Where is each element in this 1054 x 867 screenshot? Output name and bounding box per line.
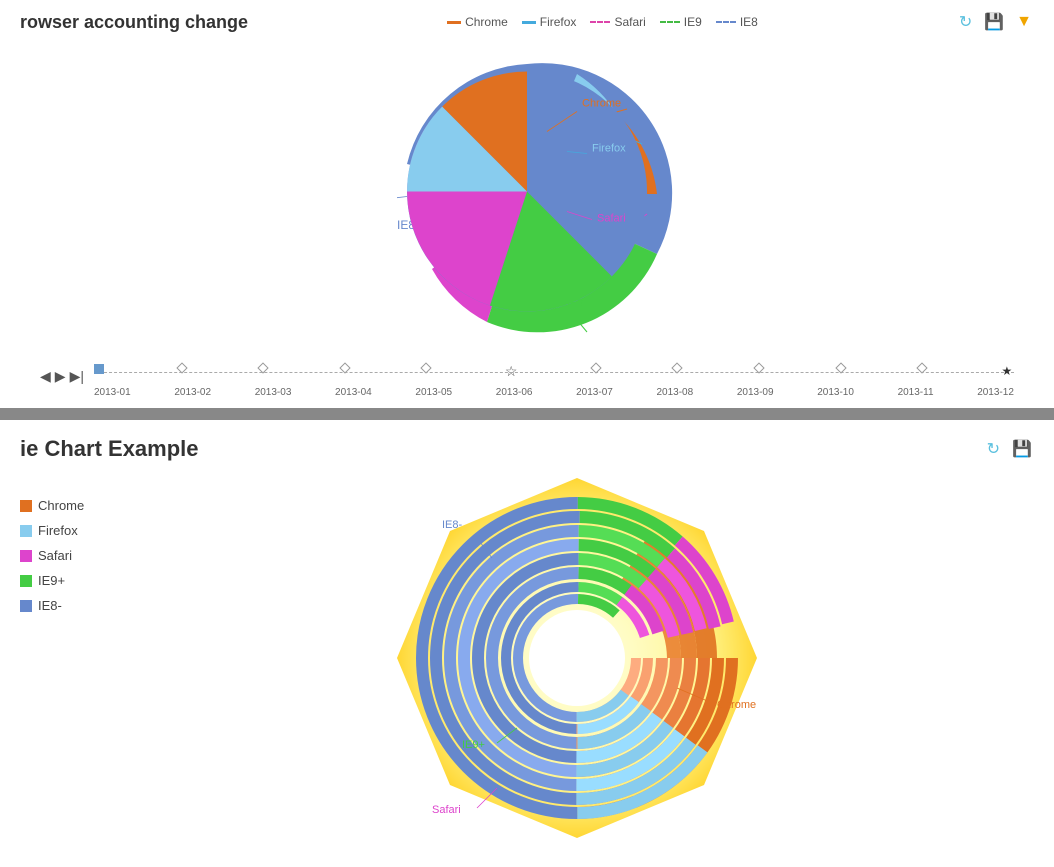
tl-dot-8[interactable] [672,362,683,373]
timeline-track: ☆ ★ 2013-01 2013-02 2013-03 2013-04 2013… [94,354,1014,398]
bottom-actions: ↻ 💾 [985,437,1034,461]
donut-ie8-label: IE8- [442,519,463,531]
tl-dot-1[interactable] [94,364,104,374]
bottom-legend: Chrome Firefox Safari IE9+ IE8- [20,478,100,838]
donut-safari-label: Safari [432,804,461,816]
bottom-legend-chrome-label: Chrome [38,498,84,513]
top-title: rowser accounting change [20,12,248,33]
donut-chart-container: IE8- IE9+ Safari Chrome [120,478,1034,838]
month-2013-10: 2013-10 [817,387,854,398]
donut-chart: IE8- IE9+ Safari Chrome [317,468,837,848]
donut-center [529,610,625,706]
tl-dot-5[interactable] [421,362,432,373]
tl-dot-6[interactable]: ☆ [504,364,518,378]
bottom-legend-safari: Safari [20,548,100,563]
legend-ie9: IE9 [660,15,702,29]
month-2013-02: 2013-02 [174,387,211,398]
filter-button[interactable]: ▼ [1014,10,1034,34]
tl-dot-10[interactable] [835,362,846,373]
bottom-legend-chrome: Chrome [20,498,100,513]
month-2013-03: 2013-03 [255,387,292,398]
month-2013-06: 2013-06 [496,387,533,398]
bottom-legend-safari-color [20,550,32,562]
tl-dot-11[interactable] [917,362,928,373]
svg-text:Chrome: Chrome [582,98,621,110]
bottom-content: Chrome Firefox Safari IE9+ IE8- [20,478,1034,838]
pie-chart-container: Chrome Firefox Safari IE9+ IE8- [20,44,1034,344]
legend-firefox: Firefox [522,15,577,29]
bottom-legend-safari-label: Safari [38,548,72,563]
donut-chrome-label: Chrome [717,699,756,711]
bottom-legend-ie9-label: IE9+ [38,573,65,588]
bottom-legend-firefox-label: Firefox [38,523,78,538]
svg-text:IE9+: IE9+ [567,298,590,310]
bottom-section: ie Chart Example ↻ 💾 Chrome Firefox Safa… [0,420,1054,854]
timeline-nav: ◀ ▶ ▶| [40,368,84,385]
bottom-legend-ie8-color [20,600,32,612]
download-button[interactable]: 💾 [982,10,1006,34]
tl-dot-star[interactable]: ★ [1000,364,1014,378]
month-2013-09: 2013-09 [737,387,774,398]
legend-ie9-dot [660,21,680,23]
legend-ie8-label: IE8 [740,15,758,29]
refresh-button[interactable]: ↻ [957,10,974,34]
svg-text:Firefox: Firefox [592,143,626,155]
tl-dot-2[interactable] [176,362,187,373]
top-actions: ↻ 💾 ▼ [957,10,1034,34]
bottom-download-button[interactable]: 💾 [1010,437,1034,461]
bottom-legend-ie9-color [20,575,32,587]
legend-chrome: Chrome [447,15,508,29]
month-2013-12: 2013-12 [977,387,1014,398]
legend-safari-label: Safari [614,15,645,29]
month-2013-04: 2013-04 [335,387,372,398]
legend-ie8-dot [716,21,736,23]
bottom-legend-ie9: IE9+ [20,573,100,588]
bottom-legend-ie8-label: IE8- [38,598,62,613]
top-legend: Chrome Firefox Safari IE9 IE8 [447,15,758,29]
bottom-refresh-button[interactable]: ↻ [985,437,1002,461]
bottom-legend-firefox: Firefox [20,523,100,538]
legend-safari-dot [590,21,610,23]
tl-dot-4[interactable] [339,362,350,373]
bottom-legend-firefox-color [20,525,32,537]
tl-dot-9[interactable] [753,362,764,373]
bottom-title: ie Chart Example [20,436,199,462]
legend-firefox-label: Firefox [540,15,577,29]
legend-chrome-label: Chrome [465,15,508,29]
tl-dot-3[interactable] [258,362,269,373]
donut-ie9-label: IE9+ [462,739,485,751]
pie-chart-main: Chrome Firefox Safari IE9+ IE8- [397,62,657,322]
legend-ie9-label: IE9 [684,15,702,29]
timeline-next-btn[interactable]: ▶| [70,368,84,385]
legend-chrome-dot [447,21,461,24]
month-2013-08: 2013-08 [656,387,693,398]
timeline-prev-btn[interactable]: ◀ [40,368,51,385]
bottom-legend-ie8: IE8- [20,598,100,613]
timeline-play-btn[interactable]: ▶ [55,368,66,385]
top-header: rowser accounting change Chrome Firefox … [20,10,1034,34]
month-2013-01: 2013-01 [94,387,131,398]
legend-ie8: IE8 [716,15,758,29]
bottom-legend-chrome-color [20,500,32,512]
timeline-month-labels: 2013-01 2013-02 2013-03 2013-04 2013-05 … [94,387,1014,398]
timeline: ◀ ▶ ▶| ☆ ★ 2013-01 [20,344,1034,408]
bottom-header: ie Chart Example ↻ 💾 [20,436,1034,462]
tl-dot-7[interactable] [590,362,601,373]
legend-firefox-dot [522,21,536,24]
month-2013-11: 2013-11 [898,387,934,398]
top-section: rowser accounting change Chrome Firefox … [0,0,1054,414]
month-2013-05: 2013-05 [415,387,452,398]
month-2013-07: 2013-07 [576,387,613,398]
timeline-dots: ☆ ★ [94,364,1014,378]
svg-text:Safari: Safari [597,213,626,225]
legend-safari: Safari [590,15,645,29]
